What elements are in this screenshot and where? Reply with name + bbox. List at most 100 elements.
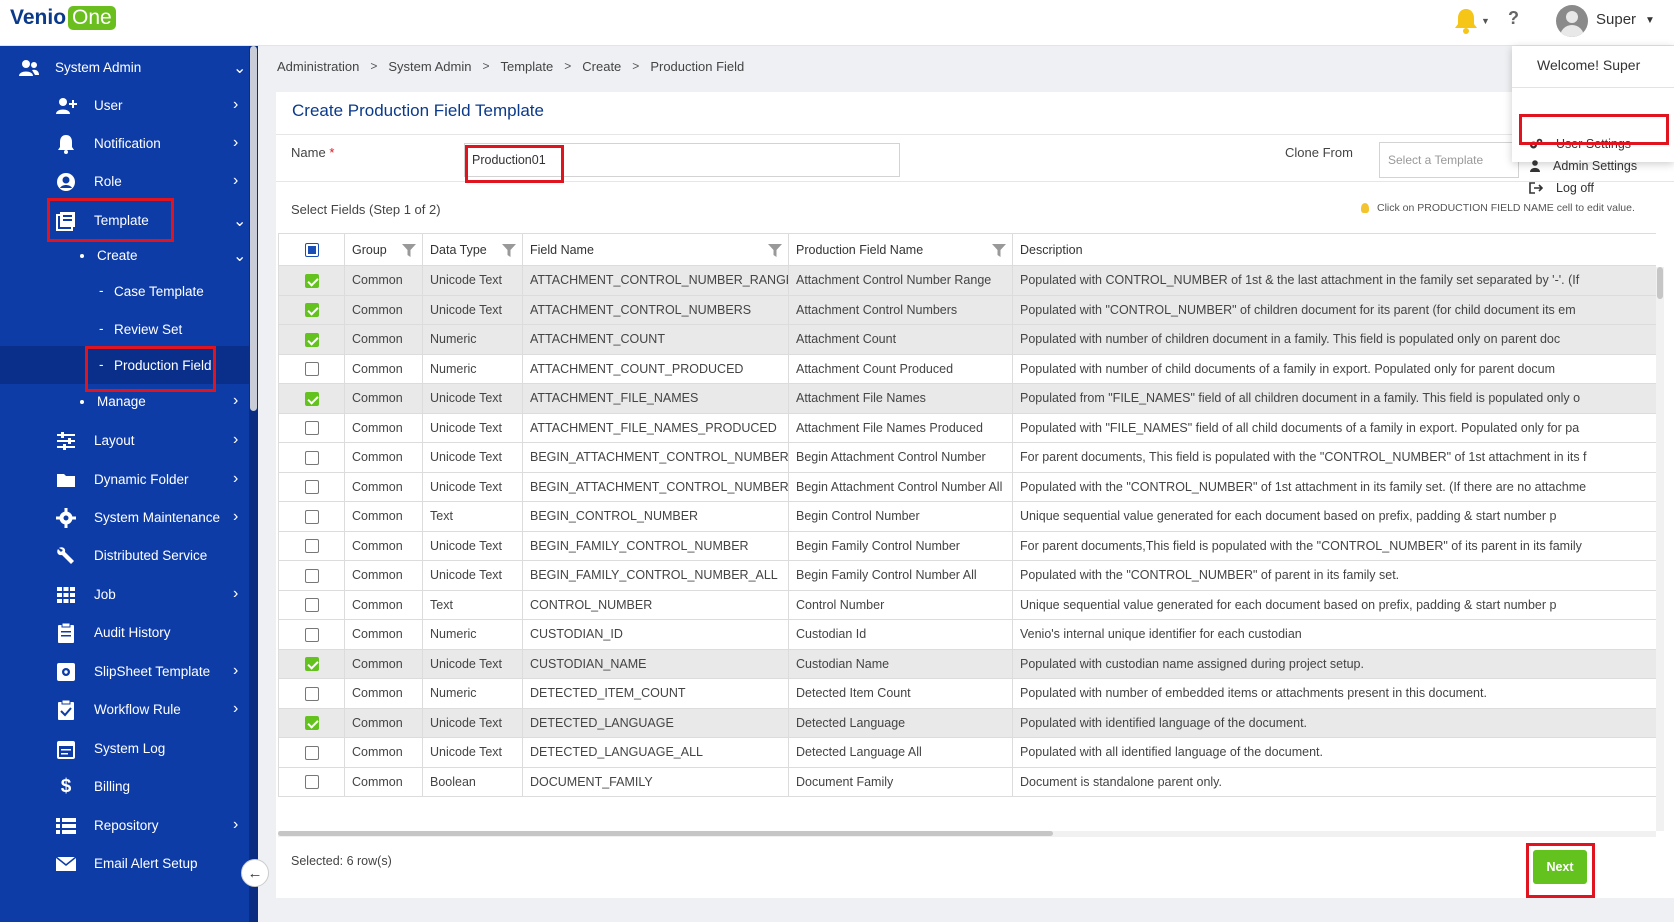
column-header-group[interactable]: Group — [344, 233, 423, 266]
row-checkbox-cell[interactable] — [278, 648, 345, 679]
cell-production-field-name[interactable]: Attachment Control Number Range — [788, 265, 1013, 296]
row-checkbox-cell[interactable] — [278, 265, 345, 296]
table-row[interactable]: Common Unicode Text BEGIN_ATTACHMENT_CONTR… — [278, 471, 1656, 502]
row-checkbox[interactable] — [304, 362, 319, 377]
grid-vertical-scrollbar[interactable] — [1656, 267, 1664, 831]
cell-production-field-name[interactable]: Detected Language All — [788, 737, 1013, 768]
row-checkbox[interactable] — [304, 391, 319, 406]
sidebar-item-system-log[interactable]: System Log — [0, 729, 250, 769]
row-checkbox[interactable] — [304, 421, 319, 436]
table-row[interactable]: Common Unicode Text ATTACHMENT_FILE_NAMES_… — [278, 412, 1656, 443]
help-icon[interactable]: ? — [1508, 8, 1519, 29]
row-checkbox-cell[interactable] — [278, 530, 345, 561]
row-checkbox[interactable] — [304, 627, 319, 642]
column-header-data-type[interactable]: Data Type — [422, 233, 523, 266]
table-row[interactable]: Common Text BEGIN_CONTROL_NUMBER Begin Cont… — [278, 501, 1656, 532]
sidebar-item-case-template[interactable]: - Case Template — [0, 272, 250, 312]
row-checkbox-cell[interactable] — [278, 442, 345, 473]
row-checkbox[interactable] — [304, 509, 319, 524]
breadcrumb-item[interactable]: System Admin — [388, 59, 471, 74]
row-checkbox[interactable] — [304, 303, 319, 318]
cell-production-field-name[interactable]: Attachment File Names — [788, 383, 1013, 414]
grid-vertical-scrollbar-thumb[interactable] — [1657, 267, 1663, 299]
row-checkbox-cell[interactable] — [278, 707, 345, 738]
sidebar-item-workflow-rule[interactable]: Workflow Rule › — [0, 690, 250, 730]
column-header-description[interactable]: Description — [1012, 233, 1656, 266]
table-row[interactable]: Common Unicode Text DETECTED_LANGUAGE Detec… — [278, 707, 1656, 738]
row-checkbox[interactable] — [304, 539, 319, 554]
row-checkbox[interactable] — [304, 480, 319, 495]
table-row[interactable]: Common Text CONTROL_NUMBER Control Number Un… — [278, 589, 1656, 620]
table-row[interactable]: Common Unicode Text ATTACHMENT_CONTROL_NUM… — [278, 265, 1656, 296]
row-checkbox-cell[interactable] — [278, 501, 345, 532]
row-checkbox-cell[interactable] — [278, 294, 345, 325]
sidebar-item-system-admin[interactable]: System Admin ⌄ — [0, 48, 250, 88]
cell-production-field-name[interactable]: Custodian Id — [788, 619, 1013, 650]
user-name[interactable]: Super — [1596, 11, 1636, 28]
table-row[interactable]: Common Unicode Text BEGIN_FAMILY_CONTROL_N… — [278, 560, 1656, 591]
table-row[interactable]: Common Unicode Text CUSTODIAN_NAME Custodia… — [278, 648, 1656, 679]
cell-production-field-name[interactable]: Control Number — [788, 589, 1013, 620]
app-logo[interactable]: Venio One — [10, 6, 116, 30]
sidebar-item-billing[interactable]: $ Billing — [0, 767, 250, 807]
sidebar-item-email-alert-setup[interactable]: Email Alert Setup — [0, 844, 250, 884]
sidebar-item-job[interactable]: Job › — [0, 575, 250, 615]
row-checkbox-cell[interactable] — [278, 412, 345, 443]
sidebar-item-create[interactable]: Create ⌄ — [0, 236, 250, 276]
cell-production-field-name[interactable]: Begin Attachment Control Number All — [788, 471, 1013, 502]
table-row[interactable]: Common Unicode Text ATTACHMENT_FILE_NAMES A… — [278, 383, 1656, 414]
row-checkbox[interactable] — [304, 775, 319, 790]
row-checkbox-cell[interactable] — [278, 353, 345, 384]
row-checkbox-cell[interactable] — [278, 589, 345, 620]
row-checkbox[interactable] — [304, 657, 319, 672]
row-checkbox[interactable] — [304, 450, 319, 465]
table-row[interactable]: Common Numeric DETECTED_ITEM_COUNT Detected… — [278, 678, 1656, 709]
sidebar-item-system-maintenance[interactable]: System Maintenance › — [0, 498, 250, 538]
cell-production-field-name[interactable]: Begin Family Control Number All — [788, 560, 1013, 591]
row-checkbox-cell[interactable] — [278, 560, 345, 591]
sidebar-item-review-set[interactable]: - Review Set — [0, 310, 250, 350]
breadcrumb-item[interactable]: Create — [582, 59, 621, 74]
table-row[interactable]: Common Unicode Text BEGIN_ATTACHMENT_CONTR… — [278, 442, 1656, 473]
sidebar-item-user[interactable]: User › — [0, 86, 250, 126]
cell-production-field-name[interactable]: Detected Language — [788, 707, 1013, 738]
table-row[interactable]: Common Unicode Text BEGIN_FAMILY_CONTROL_N… — [278, 530, 1656, 561]
column-header-field-name[interactable]: Field Name — [522, 233, 789, 266]
table-row[interactable]: Common Numeric ATTACHMENT_COUNT Attachment … — [278, 324, 1656, 355]
row-checkbox-cell[interactable] — [278, 383, 345, 414]
log-off-menu-item[interactable]: Log off — [1512, 178, 1674, 200]
sidebar-item-repository[interactable]: Repository › — [0, 806, 250, 846]
cell-production-field-name[interactable]: Attachment Count — [788, 324, 1013, 355]
sidebar-item-distributed-service[interactable]: Distributed Service — [0, 536, 250, 576]
sidebar-item-dynamic-folder[interactable]: Dynamic Folder › — [0, 460, 250, 500]
table-row[interactable]: Common Unicode Text ATTACHMENT_CONTROL_NUM… — [278, 294, 1656, 325]
table-row[interactable]: Common Unicode Text DETECTED_LANGUAGE_ALL D… — [278, 737, 1656, 768]
cell-production-field-name[interactable]: Attachment Count Produced — [788, 353, 1013, 384]
sidebar-scrollbar-thumb[interactable] — [250, 46, 257, 411]
cell-production-field-name[interactable]: Attachment Control Numbers — [788, 294, 1013, 325]
row-checkbox-cell[interactable] — [278, 766, 345, 797]
table-row[interactable]: Common Numeric ATTACHMENT_COUNT_PRODUCED At… — [278, 353, 1656, 384]
grid-horizontal-scrollbar-thumb[interactable] — [278, 831, 1053, 836]
cell-production-field-name[interactable]: Custodian Name — [788, 648, 1013, 679]
clone-template-select[interactable]: Select a Template — [1379, 142, 1519, 178]
sidebar-item-notification[interactable]: Notification › — [0, 124, 250, 164]
cell-production-field-name[interactable]: Document Family — [788, 766, 1013, 797]
row-checkbox[interactable] — [304, 568, 319, 583]
collapse-sidebar-button[interactable]: ← — [241, 859, 269, 887]
row-checkbox[interactable] — [304, 745, 319, 760]
sidebar-item-slipsheet-template[interactable]: SlipSheet Template › — [0, 652, 250, 692]
user-settings-menu-item[interactable]: User Settings — [1512, 134, 1674, 156]
filter-icon[interactable] — [992, 244, 1006, 257]
row-checkbox[interactable] — [304, 332, 319, 347]
notification-caret-icon[interactable]: ▼ — [1481, 16, 1490, 26]
cell-production-field-name[interactable]: Begin Attachment Control Number — [788, 442, 1013, 473]
row-checkbox-cell[interactable] — [278, 737, 345, 768]
row-checkbox-cell[interactable] — [278, 678, 345, 709]
user-caret-icon[interactable]: ▼ — [1645, 15, 1655, 26]
sidebar-item-template[interactable]: Template ⌄ — [0, 201, 250, 241]
admin-settings-menu-item[interactable]: Admin Settings — [1512, 156, 1674, 178]
table-row[interactable]: Common Numeric CUSTODIAN_ID Custodian Id Ven… — [278, 619, 1656, 650]
filter-icon[interactable] — [402, 244, 416, 257]
row-checkbox[interactable] — [304, 598, 319, 613]
